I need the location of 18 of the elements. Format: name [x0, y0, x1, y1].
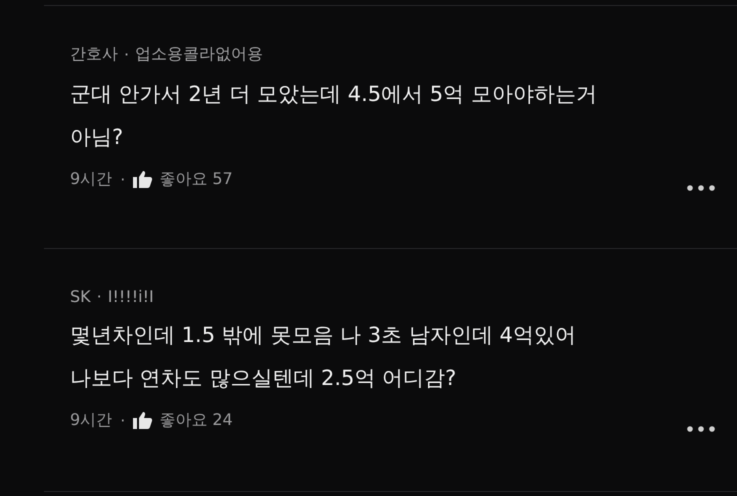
comment-time: 9시간: [70, 410, 112, 430]
separator-dot: ·: [120, 170, 126, 188]
comment-text: 몇년차인데 1.5 밖에 못모음 나 3초 남자인데 4억있어 나보다 연차도 많으실텐데 2.5억 어디감?: [70, 322, 577, 392]
thumbs-up-icon: [133, 411, 154, 429]
separator-dot: ·: [96, 287, 102, 306]
nickname: I!!!!i!I: [108, 287, 154, 306]
separator-dot: ·: [124, 45, 130, 64]
thumbs-up-icon: [133, 170, 154, 188]
author-name[interactable]: SK: [70, 287, 91, 306]
author-name[interactable]: 간호사: [70, 44, 118, 65]
comment-text: 군대 안가서 2년 더 모았는데 4.5에서 5억 모아야하는거 아님?: [70, 81, 598, 151]
like-button[interactable]: 좋아요 24: [133, 410, 233, 430]
more-options-icon[interactable]: [687, 185, 717, 191]
like-button[interactable]: 좋아요 57: [133, 168, 233, 190]
separator-dot: ·: [120, 410, 126, 430]
more-options-icon[interactable]: [687, 426, 717, 432]
nickname: 업소용콜라없어용: [135, 44, 264, 65]
comment-time: 9시간: [70, 168, 112, 190]
